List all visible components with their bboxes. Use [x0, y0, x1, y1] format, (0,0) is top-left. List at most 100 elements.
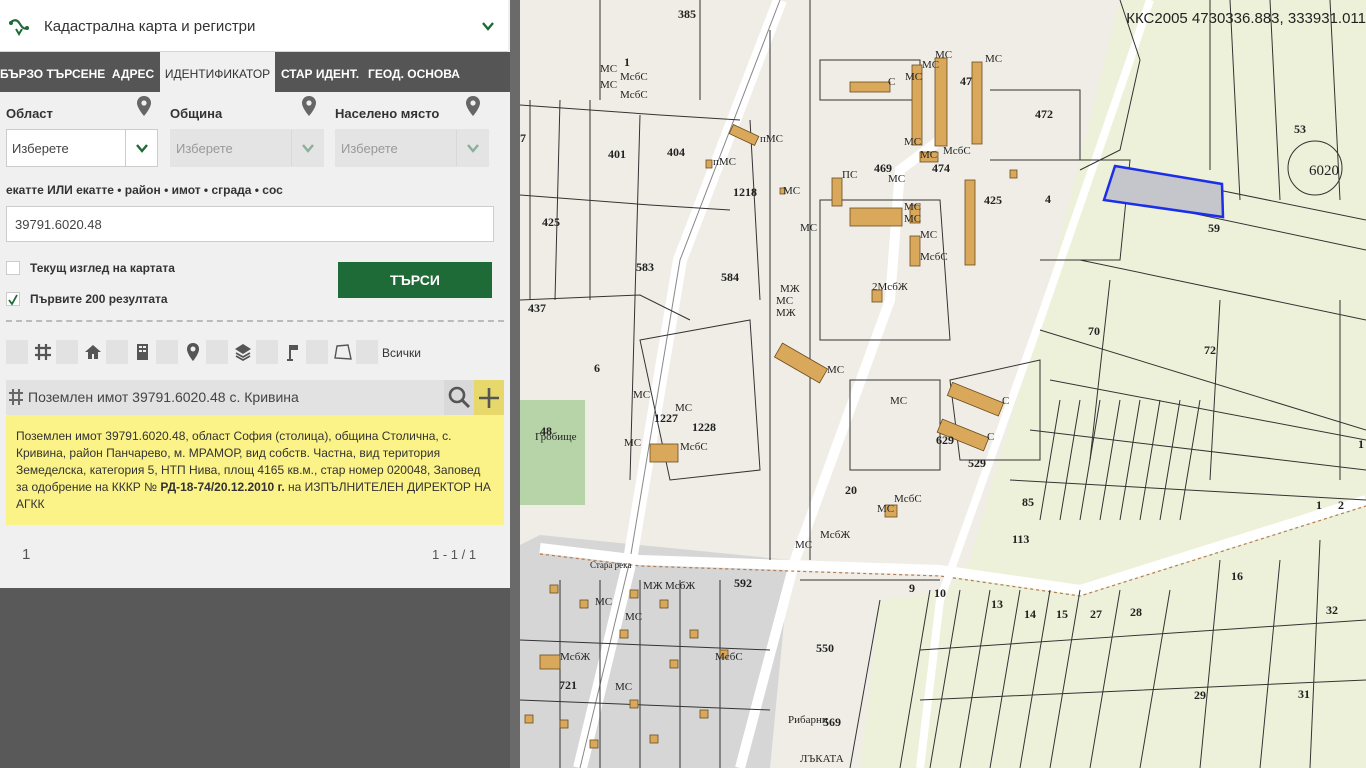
identifier-input[interactable] — [6, 206, 494, 242]
building-label: МС — [888, 173, 905, 185]
location-pin-icon[interactable] — [302, 96, 316, 116]
divider — [6, 320, 504, 322]
parcel-label: 4 — [1045, 192, 1051, 206]
parcel-label: 1228 — [692, 420, 716, 434]
parcel-label: 437 — [528, 301, 546, 315]
parcel-label: 70 — [1088, 324, 1100, 338]
filter-checkbox[interactable] — [256, 340, 278, 364]
search-tabs: БЪРЗО ТЪРСЕНЕ АДРЕС ИДЕНТИФИКАТОР СТАР И… — [0, 52, 510, 92]
building-label: МЖ — [780, 283, 800, 295]
naseleno-select[interactable]: Изберете — [335, 129, 489, 167]
location-pin-icon[interactable] — [183, 342, 203, 362]
filter-checkbox-all[interactable] — [356, 340, 378, 364]
building-label: МС — [783, 185, 800, 197]
building-label: МС — [625, 611, 642, 623]
checkmark-icon — [8, 294, 18, 306]
building-label: МС — [904, 213, 921, 225]
building-label: МС — [633, 389, 650, 401]
building-label: МС — [985, 53, 1002, 65]
building-label: МС — [615, 681, 632, 693]
parcel-label: 2 — [1338, 498, 1344, 512]
building-label: МсбС — [894, 493, 922, 505]
page-number[interactable]: 1 — [22, 546, 30, 563]
parcel-label: 425 — [542, 215, 560, 229]
filter-checkbox[interactable] — [306, 340, 328, 364]
map-canvas[interactable]: 385 1 47 472 53 6020 7 401 404 1218 469 … — [520, 0, 1366, 768]
parcel-label: 529 — [968, 456, 986, 470]
parcel-label: 31 — [1298, 687, 1310, 701]
building-label: С — [888, 76, 895, 88]
first200-checkbox[interactable] — [6, 292, 20, 306]
building-label: МС — [675, 402, 692, 414]
filter-checkbox[interactable] — [156, 340, 178, 364]
parcel-label: 72 — [1204, 343, 1216, 357]
obshtina-select[interactable]: Изберете — [170, 129, 324, 167]
building-label: МС — [776, 295, 793, 307]
panel-content: Кадастрална карта и регистри БЪРЗО ТЪРСЕ… — [0, 0, 510, 588]
location-pin-icon[interactable] — [137, 96, 151, 116]
building-label: ПС — [842, 169, 857, 181]
layers-icon[interactable] — [233, 342, 253, 362]
search-icon — [448, 386, 471, 409]
plus-icon — [479, 388, 499, 408]
parcel-label: 385 — [678, 7, 696, 21]
result-details: Поземлен имот 39791.6020.48, област Софи… — [6, 415, 504, 525]
parcel-label: 401 — [608, 147, 626, 161]
parcel-label: 9 — [909, 581, 915, 595]
parcel-label: 550 — [816, 641, 834, 655]
app-header[interactable]: Кадастрална карта и регистри — [0, 0, 508, 52]
filter-checkbox[interactable] — [6, 340, 28, 364]
chevron-down-icon[interactable] — [480, 18, 496, 34]
flag-icon[interactable] — [283, 342, 303, 362]
parcel-label: 20 — [845, 483, 857, 497]
parcel-label: 13 — [991, 597, 1003, 611]
tab-address[interactable]: АДРЕС — [108, 52, 158, 92]
current-view-label: Текущ изглед на картата — [30, 261, 175, 275]
building-label: МсбС — [620, 89, 648, 101]
side-panel: Кадастрална карта и регистри БЪРЗО ТЪРСЕ… — [0, 0, 510, 768]
cadastral-map[interactable]: 385 1 47 472 53 6020 7 401 404 1218 469 … — [520, 0, 1366, 768]
parcel-label: 592 — [734, 576, 752, 590]
tab-identifier[interactable]: ИДЕНТИФИКАТОР — [160, 52, 275, 92]
parcel-label: 53 — [1294, 122, 1306, 136]
filter-checkbox[interactable] — [106, 340, 128, 364]
building-label: МС — [904, 136, 921, 148]
building-label: МС — [600, 79, 617, 91]
building-label: пМС — [713, 156, 736, 168]
building-label: МЖ — [776, 307, 796, 319]
result-item[interactable]: Поземлен имот 39791.6020.48 с. Кривина — [6, 380, 504, 415]
parcel-label: 721 — [559, 678, 577, 692]
building-label: МсбЖ — [665, 580, 695, 592]
building-icon[interactable] — [133, 342, 153, 362]
location-pin-icon[interactable] — [466, 96, 480, 116]
parcel-label: 6 — [594, 361, 600, 375]
oblast-select[interactable]: Изберете — [6, 129, 158, 167]
building-label: МС — [922, 59, 939, 71]
tab-geodetic-base[interactable]: ГЕОД. ОСНОВА — [365, 52, 463, 92]
cadastre-logo-icon — [9, 19, 29, 36]
add-result-button[interactable] — [474, 380, 504, 415]
parcel-label: 474 — [932, 161, 950, 175]
building-label: МС — [624, 437, 641, 449]
building-label: МЖ — [643, 580, 663, 592]
zoom-to-result-button[interactable] — [444, 380, 474, 415]
grid-icon[interactable] — [33, 342, 53, 362]
building-label: МсбС — [943, 145, 971, 157]
parcel-label: 15 — [1056, 607, 1068, 621]
filter-checkbox[interactable] — [56, 340, 78, 364]
tab-quick-search[interactable]: БЪРЗО ТЪРСЕНЕ — [0, 52, 105, 92]
search-button[interactable]: ТЪРСИ — [338, 262, 492, 298]
place-label: Стара река — [590, 560, 631, 570]
filter-checkbox[interactable] — [206, 340, 228, 364]
panel-splitter[interactable] — [510, 0, 520, 768]
result-title: Поземлен имот 39791.6020.48 с. Кривина — [28, 389, 299, 405]
building-label: МС — [905, 71, 922, 83]
building-label: МС — [877, 503, 894, 515]
polygon-icon[interactable] — [333, 342, 353, 362]
building-label: МсбС — [620, 71, 648, 83]
place-label: Гробище — [535, 431, 577, 443]
current-view-checkbox[interactable] — [6, 261, 20, 275]
tab-old-identifier[interactable]: СТАР ИДЕНТ. — [279, 52, 361, 92]
house-icon[interactable] — [83, 342, 103, 362]
building-label: 2МсбЖ — [872, 281, 908, 293]
